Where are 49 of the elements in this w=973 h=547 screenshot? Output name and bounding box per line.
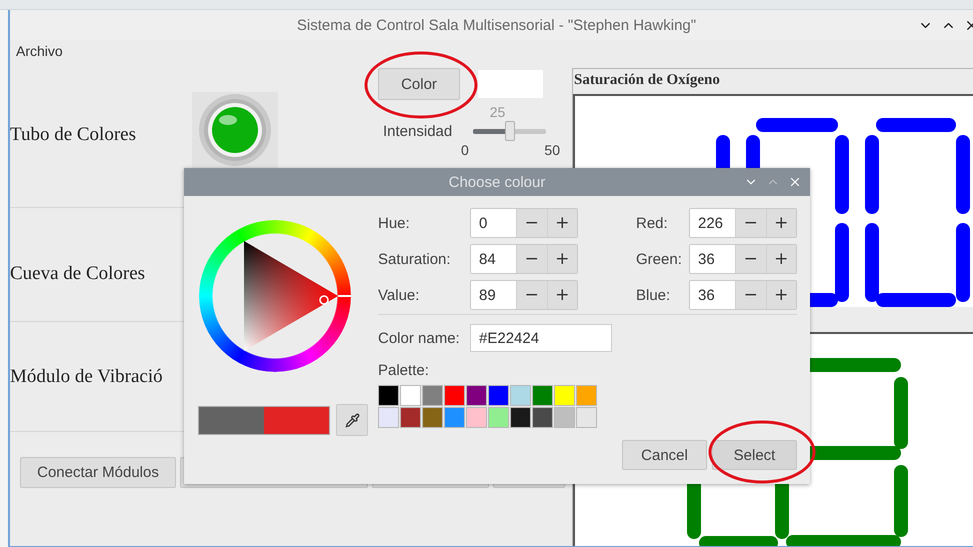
- palette-swatch[interactable]: [378, 407, 399, 428]
- palette-label: Palette:: [378, 362, 430, 379]
- field-label: Saturation:: [378, 250, 452, 268]
- dialog-title: Choose colour: [448, 174, 546, 190]
- color-button[interactable]: Color: [378, 68, 460, 100]
- slider-max: 50: [544, 142, 560, 160]
- palette-swatch[interactable]: [444, 407, 465, 428]
- slider-min: 0: [461, 142, 469, 160]
- palette-swatch[interactable]: [466, 407, 487, 428]
- slider-value: 25: [490, 104, 506, 120]
- dialog-button[interactable]: Select: [712, 440, 797, 470]
- eyedropper-icon: [344, 412, 360, 428]
- module-label: Cueva de Colores: [10, 262, 146, 284]
- palette-swatch[interactable]: [444, 385, 465, 406]
- panel-title: Saturación de Oxígeno: [573, 71, 721, 90]
- field-label: Color name:: [378, 330, 461, 346]
- color-field[interactable]: [478, 70, 543, 98]
- palette-swatch[interactable]: [422, 407, 443, 428]
- palette-swatch[interactable]: [510, 407, 531, 428]
- palette-swatch[interactable]: [576, 407, 597, 428]
- palette-swatch[interactable]: [466, 385, 487, 406]
- color-name-field[interactable]: #E22424: [470, 324, 612, 352]
- window-title: Sistema de Control Sala Multisensorial - "Stephen Hawking": [296, 16, 696, 34]
- eyedropper-button[interactable]: [336, 404, 368, 436]
- palette-swatch[interactable]: [400, 407, 421, 428]
- palette-swatch[interactable]: [422, 385, 443, 406]
- module-label: Tubo de Colores: [10, 124, 137, 146]
- palette-swatch[interactable]: [532, 385, 553, 406]
- palette-swatch[interactable]: [488, 385, 509, 406]
- palette-swatch[interactable]: [510, 385, 531, 406]
- slider-handle[interactable]: [504, 121, 514, 141]
- intensity-label: Intensidad: [382, 122, 454, 140]
- palette-swatch[interactable]: [378, 385, 399, 406]
- palette-swatch[interactable]: [554, 385, 575, 406]
- field-label: Blue:: [636, 286, 672, 304]
- connect-button[interactable]: Conectar Módulos: [20, 457, 176, 488]
- palette-swatch[interactable]: [488, 407, 509, 428]
- palette-swatch[interactable]: [400, 385, 421, 406]
- field-label: Green:: [636, 250, 683, 268]
- field-label: Hue:: [378, 214, 411, 232]
- dialog-button[interactable]: Cancel: [622, 440, 707, 470]
- palette-swatch[interactable]: [576, 385, 597, 406]
- field-label: Value:: [378, 286, 420, 304]
- palette-swatch[interactable]: [532, 407, 553, 428]
- module-label: Módulo de Vibració: [10, 366, 164, 388]
- intensity-slider[interactable]: [473, 121, 546, 141]
- menu-item[interactable]: Archivo: [16, 43, 63, 59]
- field-label: Red:: [636, 214, 669, 232]
- palette-swatch[interactable]: [554, 407, 575, 428]
